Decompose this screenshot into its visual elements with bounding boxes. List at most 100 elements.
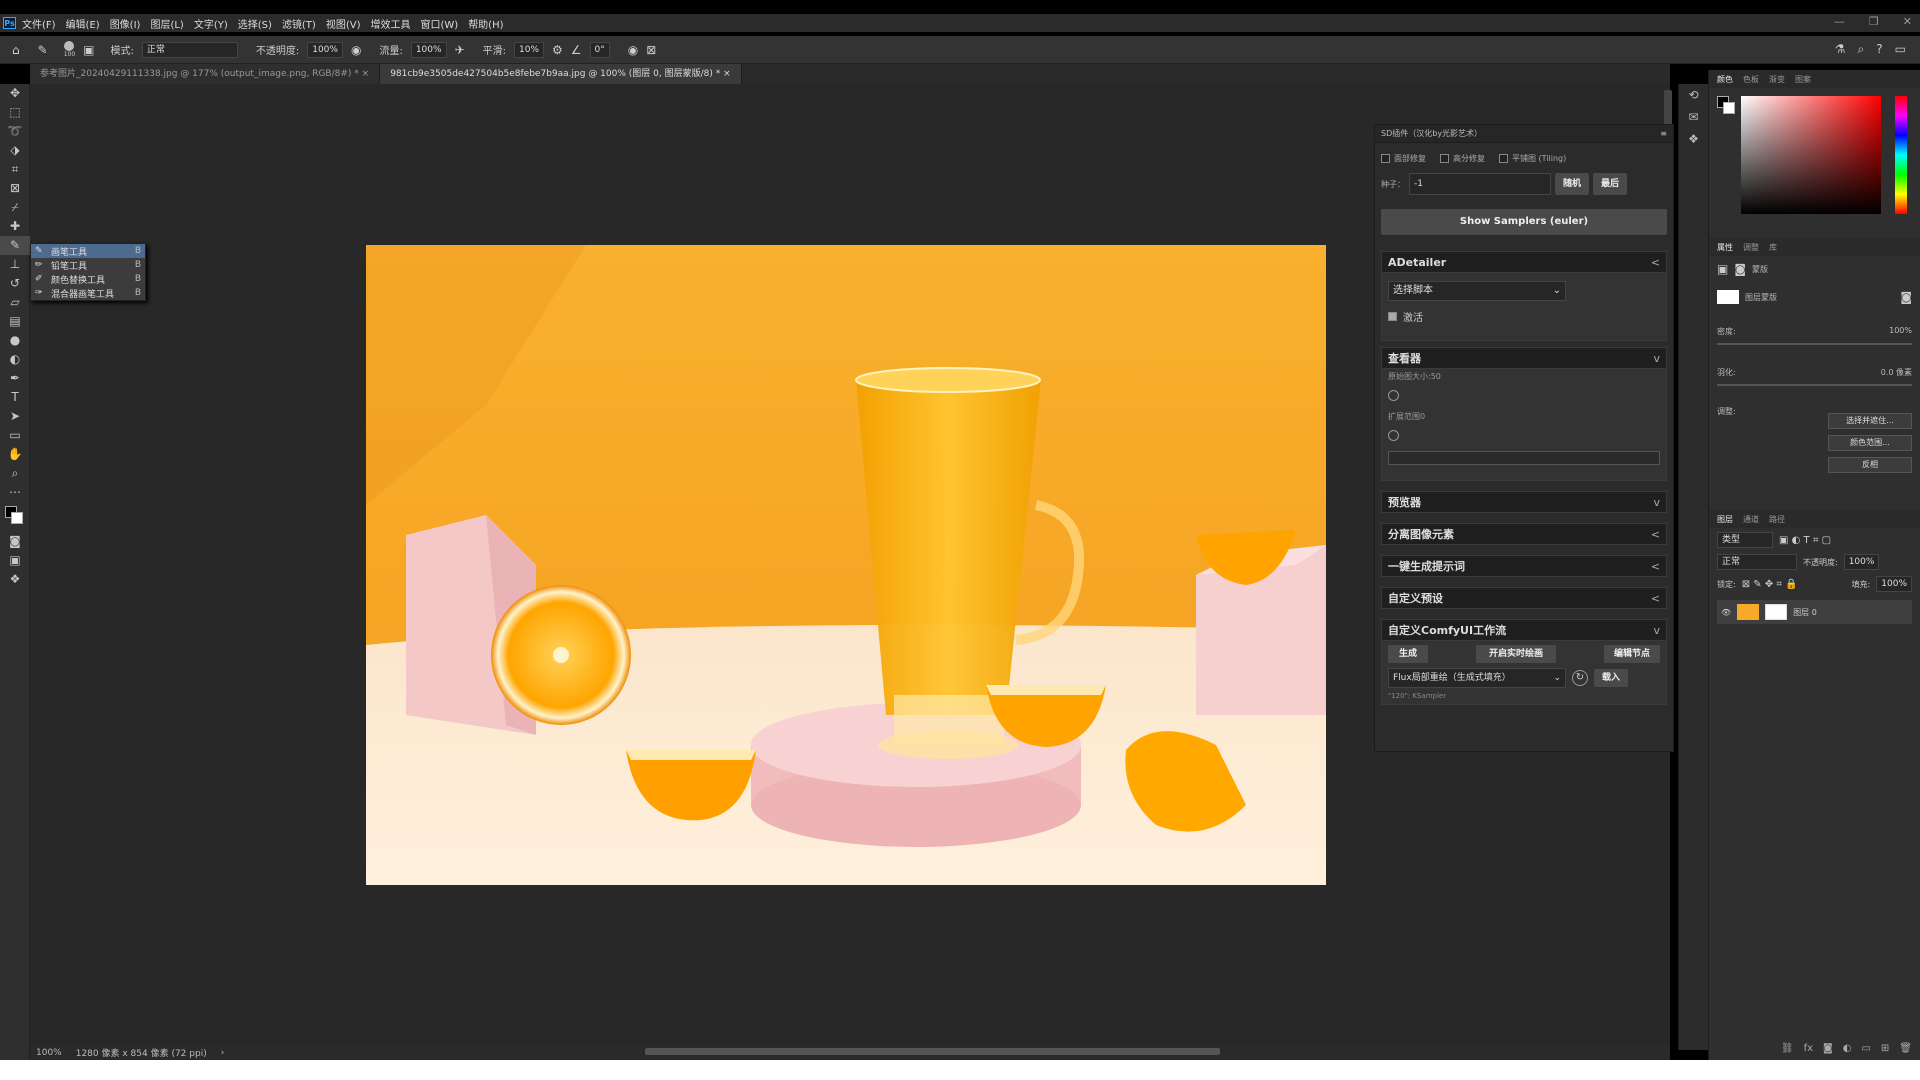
load-button[interactable]: 载入 (1594, 669, 1628, 687)
angle-input[interactable]: 0° (589, 41, 610, 58)
add-mask-icon[interactable]: ◙ (1823, 1043, 1833, 1054)
pen-tool-icon[interactable]: ✒ (0, 369, 30, 388)
tab-properties[interactable]: 属性 (1717, 242, 1733, 253)
adetailer-accordion[interactable]: ADetailer < (1381, 251, 1667, 273)
new-layer-icon[interactable]: ⊞ (1881, 1043, 1889, 1054)
tab-patterns[interactable]: 图案 (1795, 74, 1811, 85)
tab-document-1[interactable]: 参考图片_20240429111338.jpg @ 177% (output_i… (30, 64, 381, 84)
delete-icon[interactable]: 🗑 (1899, 1043, 1912, 1054)
quick-mask-icon[interactable]: ◙ (0, 532, 30, 551)
previewer-accordion[interactable]: 预览器 v (1381, 491, 1667, 513)
workspace-icon[interactable]: ▭ (1895, 42, 1906, 57)
opacity-input[interactable]: 100% (307, 41, 343, 58)
more-tools-icon[interactable]: ⋯ (0, 483, 30, 502)
color-swatches[interactable] (0, 502, 30, 532)
flyout-item-mixer-brush[interactable]: ✑ 混合器画笔工具 B (31, 286, 145, 300)
custom-preset-accordion[interactable]: 自定义预设 < (1381, 587, 1667, 609)
comment-icon[interactable]: ✉ (1679, 110, 1708, 124)
pixel-mask-icon[interactable]: ▣ (1717, 262, 1728, 276)
gradient-tool-icon[interactable]: ▤ (0, 312, 30, 331)
filter-icons[interactable]: ▣ ◐ T ⌗ ▢ (1779, 535, 1831, 546)
layer-name[interactable]: 图层 0 (1793, 607, 1817, 618)
radio-button[interactable] (1388, 430, 1399, 441)
lock-icons[interactable]: ⊠ ✎ ✥ ⌗ 🔒 (1742, 579, 1798, 590)
layer-mask-thumbnail[interactable] (1765, 604, 1788, 620)
gear-icon[interactable]: ⚙ (552, 43, 563, 57)
tab-close-icon[interactable]: × (362, 69, 370, 79)
flyout-item-pencil[interactable]: ✏ 铅笔工具 B (31, 258, 145, 272)
brush-preset-icon[interactable]: ✎ (38, 43, 48, 57)
tab-layers[interactable]: 图层 (1717, 514, 1733, 525)
flow-input[interactable]: 100% (410, 41, 447, 58)
dodge-tool-icon[interactable]: ◐ (0, 350, 30, 369)
move-tool-icon[interactable]: ✥ (0, 84, 30, 103)
saturation-field[interactable] (1741, 96, 1881, 214)
mode-select[interactable]: 正常 (141, 41, 238, 58)
eraser-tool-icon[interactable]: ▱ (0, 293, 30, 312)
panel-menu-icon[interactable]: ≡ (1660, 129, 1667, 138)
horizontal-scrollbar[interactable] (645, 1048, 1220, 1055)
menu-file[interactable]: 文件(F) (22, 16, 56, 31)
menu-image[interactable]: 图像(I) (110, 16, 141, 31)
visibility-eye-icon[interactable]: 👁 (1721, 608, 1731, 617)
brush-size-picker[interactable]: 100 (64, 41, 75, 58)
background-color-swatch[interactable] (1723, 102, 1735, 114)
menu-layer[interactable]: 图层(L) (150, 16, 183, 31)
separate-elements-accordion[interactable]: 分离图像元素 < (1381, 523, 1667, 545)
blur-tool-icon[interactable]: ● (0, 331, 30, 350)
tab-close-icon[interactable]: × (723, 69, 731, 79)
screen-mode-icon[interactable]: ▣ (0, 551, 30, 570)
menu-view[interactable]: 视图(V) (326, 16, 361, 31)
smoothing-input[interactable]: 10% (514, 41, 545, 58)
history-icon[interactable]: ⟲ (1679, 88, 1708, 102)
tab-color[interactable]: 颜色 (1717, 74, 1733, 85)
flyout-item-brush[interactable]: ✎ 画笔工具 B (31, 244, 145, 258)
show-samplers-button[interactable]: Show Samplers (euler) (1381, 209, 1667, 235)
mask-apply-icon[interactable]: ◙ (1900, 290, 1912, 304)
lasso-tool-icon[interactable]: ➰ (0, 122, 30, 141)
tab-gradients[interactable]: 渐变 (1769, 74, 1785, 85)
eyedropper-tool-icon[interactable]: ⌿ (0, 198, 30, 217)
menu-type[interactable]: 文字(Y) (194, 16, 228, 31)
feather-value[interactable]: 0.0 像素 (1881, 367, 1912, 378)
history-brush-icon[interactable]: ↺ (0, 274, 30, 293)
plugin-panel-icon[interactable]: ❖ (1679, 132, 1708, 146)
tab-libraries[interactable]: 库 (1769, 242, 1777, 253)
one-click-prompt-accordion[interactable]: 一键生成提示词 < (1381, 555, 1667, 577)
zoom-level[interactable]: 100% (36, 1048, 62, 1058)
rectangle-tool-icon[interactable]: ▭ (0, 426, 30, 445)
seed-input[interactable]: -1 (1409, 173, 1551, 195)
color-range-button[interactable]: 颜色范围... (1828, 435, 1912, 451)
stamp-tool-icon[interactable]: ⊥ (0, 255, 30, 274)
edit-nodes-button[interactable]: 编辑节点 (1604, 645, 1660, 663)
workflow-select[interactable]: Flux局部重绘（生成式填充） ⌄ (1388, 668, 1566, 688)
menu-plugins[interactable]: 增效工具 (370, 16, 410, 31)
symmetry-icon[interactable]: ⊠ (646, 43, 656, 57)
vector-mask-icon[interactable]: ◙ (1734, 262, 1746, 276)
fx-icon[interactable]: fx (1804, 1043, 1813, 1054)
type-tool-icon[interactable]: T (0, 388, 30, 407)
menu-window[interactable]: 窗口(W) (420, 16, 458, 31)
viewer-accordion[interactable]: 查看器 v (1381, 347, 1667, 369)
refresh-icon[interactable]: ↻ (1572, 670, 1588, 686)
viewer-radio-1[interactable] (1388, 390, 1660, 403)
help-icon[interactable]: ? (1876, 42, 1882, 57)
minimize-icon[interactable]: — (1834, 15, 1845, 28)
hue-slider[interactable] (1895, 96, 1907, 214)
search-icon[interactable]: ⌕ (1858, 42, 1865, 57)
share-icon[interactable]: ⚗ (1835, 42, 1846, 57)
frame-tool-icon[interactable]: ⊠ (0, 179, 30, 198)
invert-button[interactable]: 反相 (1828, 457, 1912, 473)
viewer-slider[interactable] (1388, 451, 1660, 465)
home-icon[interactable]: ⌂ (12, 43, 20, 57)
tab-paths[interactable]: 路径 (1769, 514, 1785, 525)
tab-adjustments[interactable]: 调整 (1743, 242, 1759, 253)
tab-document-2[interactable]: 981cb9e3505de427504b5e8febe7b9aa.jpg @ 1… (380, 64, 742, 84)
tab-swatches[interactable]: 色板 (1743, 74, 1759, 85)
crop-tool-icon[interactable]: ⌗ (0, 160, 30, 179)
random-seed-button[interactable]: 随机 (1555, 173, 1589, 195)
layer-row[interactable]: 👁 图层 0 (1717, 600, 1912, 624)
document-image[interactable] (366, 245, 1326, 885)
realtime-paint-button[interactable]: 开启实时绘画 (1476, 645, 1556, 663)
viewer-radio-2[interactable] (1388, 430, 1660, 443)
